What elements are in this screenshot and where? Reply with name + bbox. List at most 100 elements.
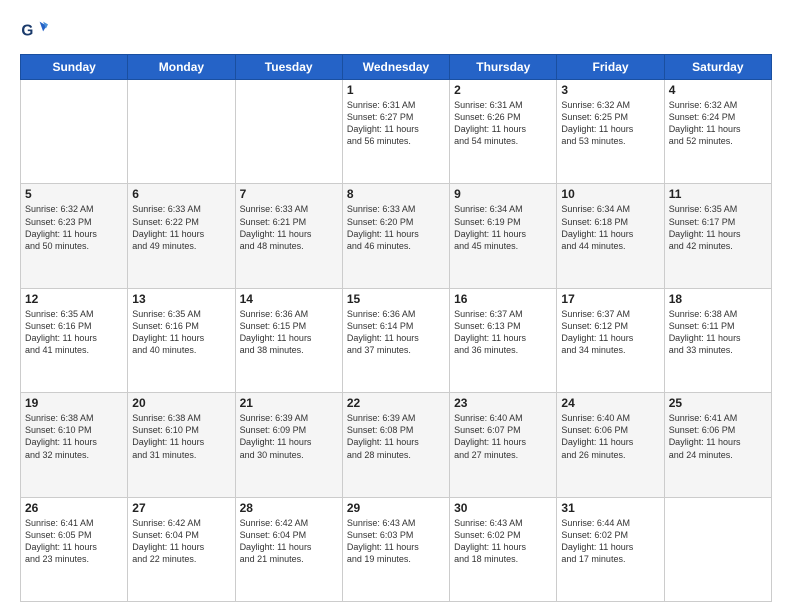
calendar-cell: 6 Sunrise: 6:33 AM Sunset: 6:22 PM Daylig…	[128, 184, 235, 288]
day-info: Sunrise: 6:38 AM Sunset: 6:10 PM Dayligh…	[25, 412, 123, 461]
day-number: 17	[561, 292, 659, 306]
day-number: 15	[347, 292, 445, 306]
calendar-cell: 17 Sunrise: 6:37 AM Sunset: 6:12 PM Dayli…	[557, 288, 664, 392]
calendar-cell: 29 Sunrise: 6:43 AM Sunset: 6:03 PM Dayli…	[342, 497, 449, 601]
day-number: 26	[25, 501, 123, 515]
day-number: 16	[454, 292, 552, 306]
svg-text:G: G	[21, 23, 33, 40]
day-info: Sunrise: 6:37 AM Sunset: 6:12 PM Dayligh…	[561, 308, 659, 357]
calendar-cell: 13Sunrise: 6:35 AM Sunset: 6:16 PM Dayli…	[128, 288, 235, 392]
day-number: 9	[454, 187, 552, 201]
calendar-cell: 24Sunrise: 6:40 AM Sunset: 6:06 PM Dayli…	[557, 393, 664, 497]
day-header-tuesday: Tuesday	[235, 55, 342, 80]
day-number: 19	[25, 396, 123, 410]
calendar-cell: 23 Sunrise: 6:40 AM Sunset: 6:07 PM Dayli…	[450, 393, 557, 497]
day-info: Sunrise: 6:36 AM Sunset: 6:14 PM Dayligh…	[347, 308, 445, 357]
day-number: 29	[347, 501, 445, 515]
day-info: Sunrise: 6:38 AM Sunset: 6:10 PM Dayligh…	[132, 412, 230, 461]
calendar-cell	[128, 80, 235, 184]
calendar-cell: 11 Sunrise: 6:35 AM Sunset: 6:17 PM Dayli…	[664, 184, 771, 288]
day-info: Sunrise: 6:39 AM Sunset: 6:08 PM Dayligh…	[347, 412, 445, 461]
day-number: 23	[454, 396, 552, 410]
calendar-cell: 19 Sunrise: 6:38 AM Sunset: 6:10 PM Dayli…	[21, 393, 128, 497]
day-header-saturday: Saturday	[664, 55, 771, 80]
calendar-cell: 16 Sunrise: 6:37 AM Sunset: 6:13 PM Dayli…	[450, 288, 557, 392]
calendar-cell: 12Sunrise: 6:35 AM Sunset: 6:16 PM Dayli…	[21, 288, 128, 392]
day-info: Sunrise: 6:44 AM Sunset: 6:02 PM Dayligh…	[561, 517, 659, 566]
day-number: 4	[669, 83, 767, 97]
week-row-2: 5Sunrise: 6:32 AM Sunset: 6:23 PM Daylig…	[21, 184, 772, 288]
day-info: Sunrise: 6:36 AM Sunset: 6:15 PM Dayligh…	[240, 308, 338, 357]
day-info: Sunrise: 6:42 AM Sunset: 6:04 PM Dayligh…	[240, 517, 338, 566]
calendar-cell: 25 Sunrise: 6:41 AM Sunset: 6:06 PM Dayli…	[664, 393, 771, 497]
day-info: Sunrise: 6:43 AM Sunset: 6:02 PM Dayligh…	[454, 517, 552, 566]
day-info: Sunrise: 6:32 AM Sunset: 6:25 PM Dayligh…	[561, 99, 659, 148]
day-number: 27	[132, 501, 230, 515]
day-info: Sunrise: 6:31 AM Sunset: 6:26 PM Dayligh…	[454, 99, 552, 148]
day-number: 2	[454, 83, 552, 97]
day-number: 14	[240, 292, 338, 306]
day-info: Sunrise: 6:39 AM Sunset: 6:09 PM Dayligh…	[240, 412, 338, 461]
calendar-cell: 30 Sunrise: 6:43 AM Sunset: 6:02 PM Dayli…	[450, 497, 557, 601]
calendar-cell	[235, 80, 342, 184]
day-number: 21	[240, 396, 338, 410]
calendar-table: SundayMondayTuesdayWednesdayThursdayFrid…	[20, 54, 772, 602]
day-number: 10	[561, 187, 659, 201]
day-info: Sunrise: 6:41 AM Sunset: 6:05 PM Dayligh…	[25, 517, 123, 566]
calendar-cell: 28 Sunrise: 6:42 AM Sunset: 6:04 PM Dayli…	[235, 497, 342, 601]
day-info: Sunrise: 6:35 AM Sunset: 6:16 PM Dayligh…	[132, 308, 230, 357]
day-info: Sunrise: 6:33 AM Sunset: 6:22 PM Dayligh…	[132, 203, 230, 252]
calendar-cell: 5Sunrise: 6:32 AM Sunset: 6:23 PM Daylig…	[21, 184, 128, 288]
calendar-cell: 15 Sunrise: 6:36 AM Sunset: 6:14 PM Dayli…	[342, 288, 449, 392]
calendar-cell: 22 Sunrise: 6:39 AM Sunset: 6:08 PM Dayli…	[342, 393, 449, 497]
day-header-monday: Monday	[128, 55, 235, 80]
day-number: 31	[561, 501, 659, 515]
logo: G	[20, 16, 52, 44]
day-number: 25	[669, 396, 767, 410]
day-number: 24	[561, 396, 659, 410]
day-number: 1	[347, 83, 445, 97]
calendar-cell: 4Sunrise: 6:32 AM Sunset: 6:24 PM Daylig…	[664, 80, 771, 184]
day-info: Sunrise: 6:32 AM Sunset: 6:23 PM Dayligh…	[25, 203, 123, 252]
day-number: 6	[132, 187, 230, 201]
header: G	[20, 16, 772, 44]
calendar-cell: 14 Sunrise: 6:36 AM Sunset: 6:15 PM Dayli…	[235, 288, 342, 392]
day-info: Sunrise: 6:43 AM Sunset: 6:03 PM Dayligh…	[347, 517, 445, 566]
day-header-friday: Friday	[557, 55, 664, 80]
calendar-cell: 9 Sunrise: 6:34 AM Sunset: 6:19 PM Daylig…	[450, 184, 557, 288]
logo-icon: G	[20, 16, 48, 44]
day-info: Sunrise: 6:40 AM Sunset: 6:07 PM Dayligh…	[454, 412, 552, 461]
page: G SundayMondayTuesdayWednesdayThursdayFr…	[0, 0, 792, 612]
day-header-sunday: Sunday	[21, 55, 128, 80]
calendar-cell: 7 Sunrise: 6:33 AM Sunset: 6:21 PM Daylig…	[235, 184, 342, 288]
calendar-cell	[21, 80, 128, 184]
day-info: Sunrise: 6:33 AM Sunset: 6:20 PM Dayligh…	[347, 203, 445, 252]
day-info: Sunrise: 6:34 AM Sunset: 6:19 PM Dayligh…	[454, 203, 552, 252]
calendar-cell: 21 Sunrise: 6:39 AM Sunset: 6:09 PM Dayli…	[235, 393, 342, 497]
day-number: 11	[669, 187, 767, 201]
week-row-1: 1 Sunrise: 6:31 AM Sunset: 6:27 PM Daylig…	[21, 80, 772, 184]
day-header-wednesday: Wednesday	[342, 55, 449, 80]
calendar-cell: 31 Sunrise: 6:44 AM Sunset: 6:02 PM Dayli…	[557, 497, 664, 601]
day-number: 22	[347, 396, 445, 410]
calendar-cell	[664, 497, 771, 601]
day-number: 20	[132, 396, 230, 410]
calendar-cell: 10Sunrise: 6:34 AM Sunset: 6:18 PM Dayli…	[557, 184, 664, 288]
day-info: Sunrise: 6:41 AM Sunset: 6:06 PM Dayligh…	[669, 412, 767, 461]
day-number: 7	[240, 187, 338, 201]
day-info: Sunrise: 6:35 AM Sunset: 6:17 PM Dayligh…	[669, 203, 767, 252]
calendar-cell: 27Sunrise: 6:42 AM Sunset: 6:04 PM Dayli…	[128, 497, 235, 601]
day-info: Sunrise: 6:37 AM Sunset: 6:13 PM Dayligh…	[454, 308, 552, 357]
calendar-cell: 20 Sunrise: 6:38 AM Sunset: 6:10 PM Dayli…	[128, 393, 235, 497]
week-row-3: 12Sunrise: 6:35 AM Sunset: 6:16 PM Dayli…	[21, 288, 772, 392]
day-info: Sunrise: 6:33 AM Sunset: 6:21 PM Dayligh…	[240, 203, 338, 252]
calendar-cell: 26 Sunrise: 6:41 AM Sunset: 6:05 PM Dayli…	[21, 497, 128, 601]
calendar-cell: 2 Sunrise: 6:31 AM Sunset: 6:26 PM Daylig…	[450, 80, 557, 184]
day-number: 3	[561, 83, 659, 97]
calendar-cell: 18Sunrise: 6:38 AM Sunset: 6:11 PM Dayli…	[664, 288, 771, 392]
calendar-cell: 1 Sunrise: 6:31 AM Sunset: 6:27 PM Daylig…	[342, 80, 449, 184]
day-number: 28	[240, 501, 338, 515]
day-number: 8	[347, 187, 445, 201]
day-info: Sunrise: 6:31 AM Sunset: 6:27 PM Dayligh…	[347, 99, 445, 148]
day-number: 30	[454, 501, 552, 515]
